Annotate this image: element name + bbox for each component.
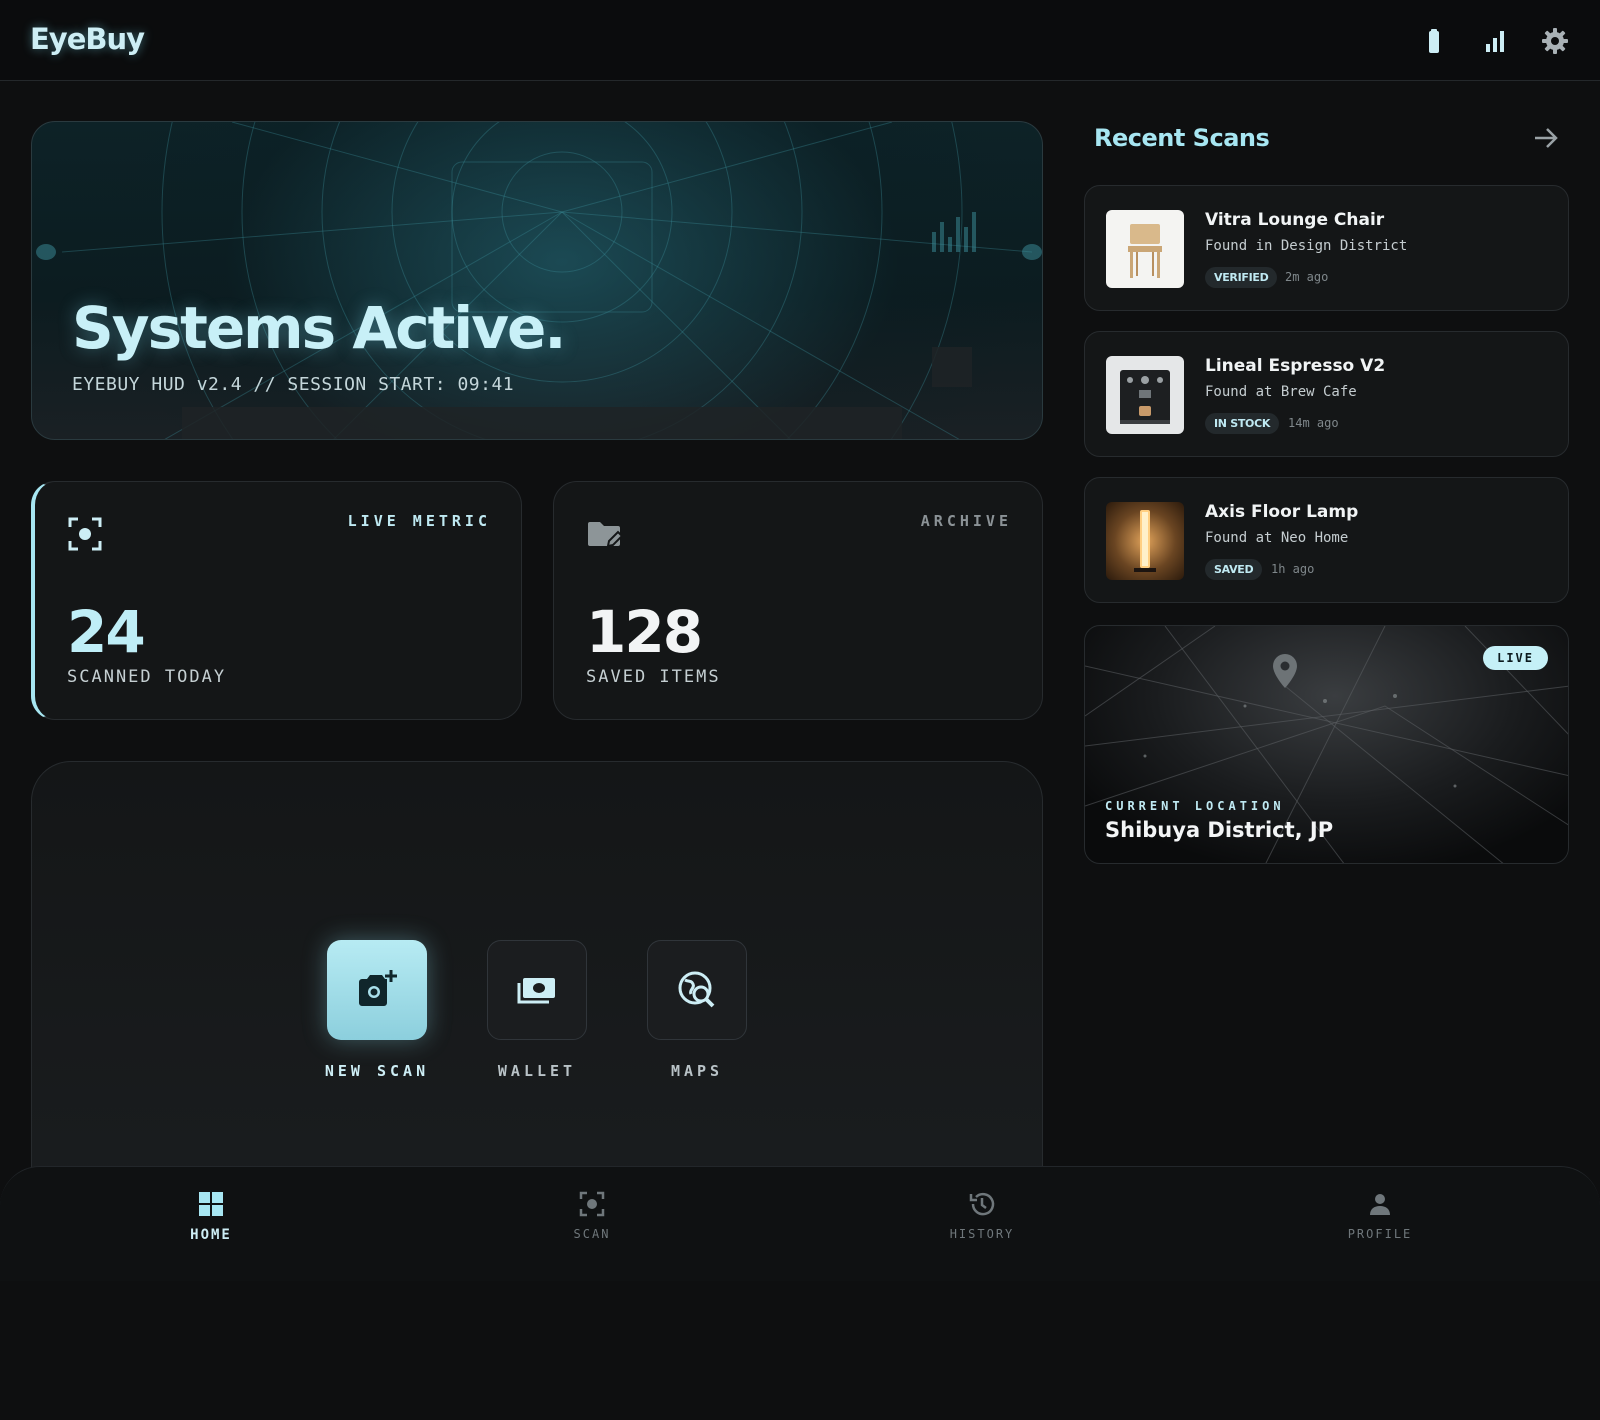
scan-focus-icon bbox=[68, 517, 102, 551]
camera-plus-icon bbox=[359, 970, 397, 1006]
maps-action[interactable]: MAPS bbox=[647, 940, 747, 1080]
scan-item-location: Found at Brew Cafe bbox=[1205, 384, 1357, 400]
history-icon bbox=[969, 1192, 995, 1216]
nav-home-label: HOME bbox=[190, 1227, 232, 1243]
status-badge: VERIFIED bbox=[1205, 267, 1278, 288]
scanned-today-card[interactable]: LIVE METRIC 24 SCANNED TODAY bbox=[31, 481, 522, 720]
hero-subtitle: EYEBUY HUD v2.4 // SESSION START: 09:41 bbox=[72, 374, 515, 395]
status-badge: IN STOCK bbox=[1205, 413, 1280, 434]
folder-edit-icon bbox=[588, 522, 622, 548]
nav-home[interactable]: HOME bbox=[151, 1189, 271, 1243]
maps-button[interactable] bbox=[647, 940, 747, 1040]
live-metric-tag: LIVE METRIC bbox=[347, 512, 491, 530]
scan-item-name: Vitra Lounge Chair bbox=[1205, 210, 1385, 230]
saved-items-label: SAVED ITEMS bbox=[586, 667, 721, 687]
scan-item-card[interactable]: Axis Floor Lamp Found at Neo Home SAVED … bbox=[1084, 477, 1569, 603]
nav-scan-label: SCAN bbox=[573, 1227, 611, 1241]
current-location-map[interactable]: LIVE CURRENT LOCATION Shibuya District, … bbox=[1084, 625, 1569, 864]
saved-items-card[interactable]: ARCHIVE 128 SAVED ITEMS bbox=[553, 481, 1043, 720]
arrow-right-icon[interactable] bbox=[1532, 124, 1560, 152]
scanned-today-value: 24 bbox=[67, 598, 146, 666]
battery-icon bbox=[1429, 29, 1439, 53]
scanned-today-label: SCANNED TODAY bbox=[67, 667, 227, 687]
scan-item-time: 1h ago bbox=[1271, 562, 1315, 576]
recent-scans-title: Recent Scans bbox=[1094, 124, 1270, 152]
live-badge: LIVE bbox=[1483, 646, 1548, 670]
nav-profile[interactable]: PROFILE bbox=[1320, 1189, 1440, 1241]
current-location-name: Shibuya District, JP bbox=[1105, 818, 1334, 842]
scan-item-card[interactable]: Vitra Lounge Chair Found in Design Distr… bbox=[1084, 185, 1569, 311]
scan-item-location: Found in Design District bbox=[1205, 238, 1408, 254]
gear-icon[interactable] bbox=[1540, 26, 1570, 56]
scan-item-location: Found at Neo Home bbox=[1205, 530, 1349, 546]
bottom-navigation: HOME SCAN HISTORY PROFILE bbox=[0, 1166, 1600, 1281]
new-scan-action[interactable]: NEW SCAN bbox=[325, 940, 427, 1080]
current-location-label: CURRENT LOCATION bbox=[1105, 799, 1285, 813]
app-logo: EyeBuy bbox=[30, 22, 145, 56]
new-scan-label: NEW SCAN bbox=[324, 1062, 430, 1080]
wallet-icon bbox=[517, 978, 555, 1004]
archive-tag: ARCHIVE bbox=[920, 512, 1012, 530]
scan-item-name: Lineal Espresso V2 bbox=[1205, 356, 1386, 376]
scan-item-card[interactable]: Lineal Espresso V2 Found at Brew Cafe IN… bbox=[1084, 331, 1569, 457]
hero-title: Systems Active. bbox=[72, 294, 566, 362]
new-scan-button[interactable] bbox=[327, 940, 427, 1040]
scan-item-name: Axis Floor Lamp bbox=[1205, 502, 1359, 522]
espresso-thumbnail bbox=[1106, 356, 1184, 434]
scan-icon bbox=[579, 1191, 605, 1217]
quick-actions-panel: NEW SCAN WALLET MAPS bbox=[31, 761, 1043, 1221]
nav-history-label: HISTORY bbox=[949, 1227, 1015, 1241]
scan-item-time: 2m ago bbox=[1285, 270, 1329, 284]
nav-profile-label: PROFILE bbox=[1347, 1227, 1413, 1241]
wallet-label: WALLET bbox=[497, 1062, 577, 1080]
chair-thumbnail bbox=[1106, 210, 1184, 288]
hero-banner: Systems Active. EYEBUY HUD v2.4 // SESSI… bbox=[31, 121, 1043, 440]
wallet-action[interactable]: WALLET bbox=[487, 940, 587, 1080]
status-badge: SAVED bbox=[1205, 559, 1263, 580]
grid-icon bbox=[199, 1192, 223, 1216]
scan-item-time: 14m ago bbox=[1288, 416, 1339, 430]
map-search-icon bbox=[678, 971, 715, 1008]
saved-items-value: 128 bbox=[586, 598, 703, 666]
lamp-thumbnail bbox=[1106, 502, 1184, 580]
person-icon bbox=[1370, 1194, 1390, 1215]
nav-history[interactable]: HISTORY bbox=[922, 1189, 1042, 1241]
signal-icon bbox=[1486, 31, 1504, 52]
top-bar: EyeBuy bbox=[0, 0, 1600, 81]
maps-label: MAPS bbox=[670, 1062, 724, 1080]
wallet-button[interactable] bbox=[487, 940, 587, 1040]
nav-scan[interactable]: SCAN bbox=[532, 1189, 652, 1241]
